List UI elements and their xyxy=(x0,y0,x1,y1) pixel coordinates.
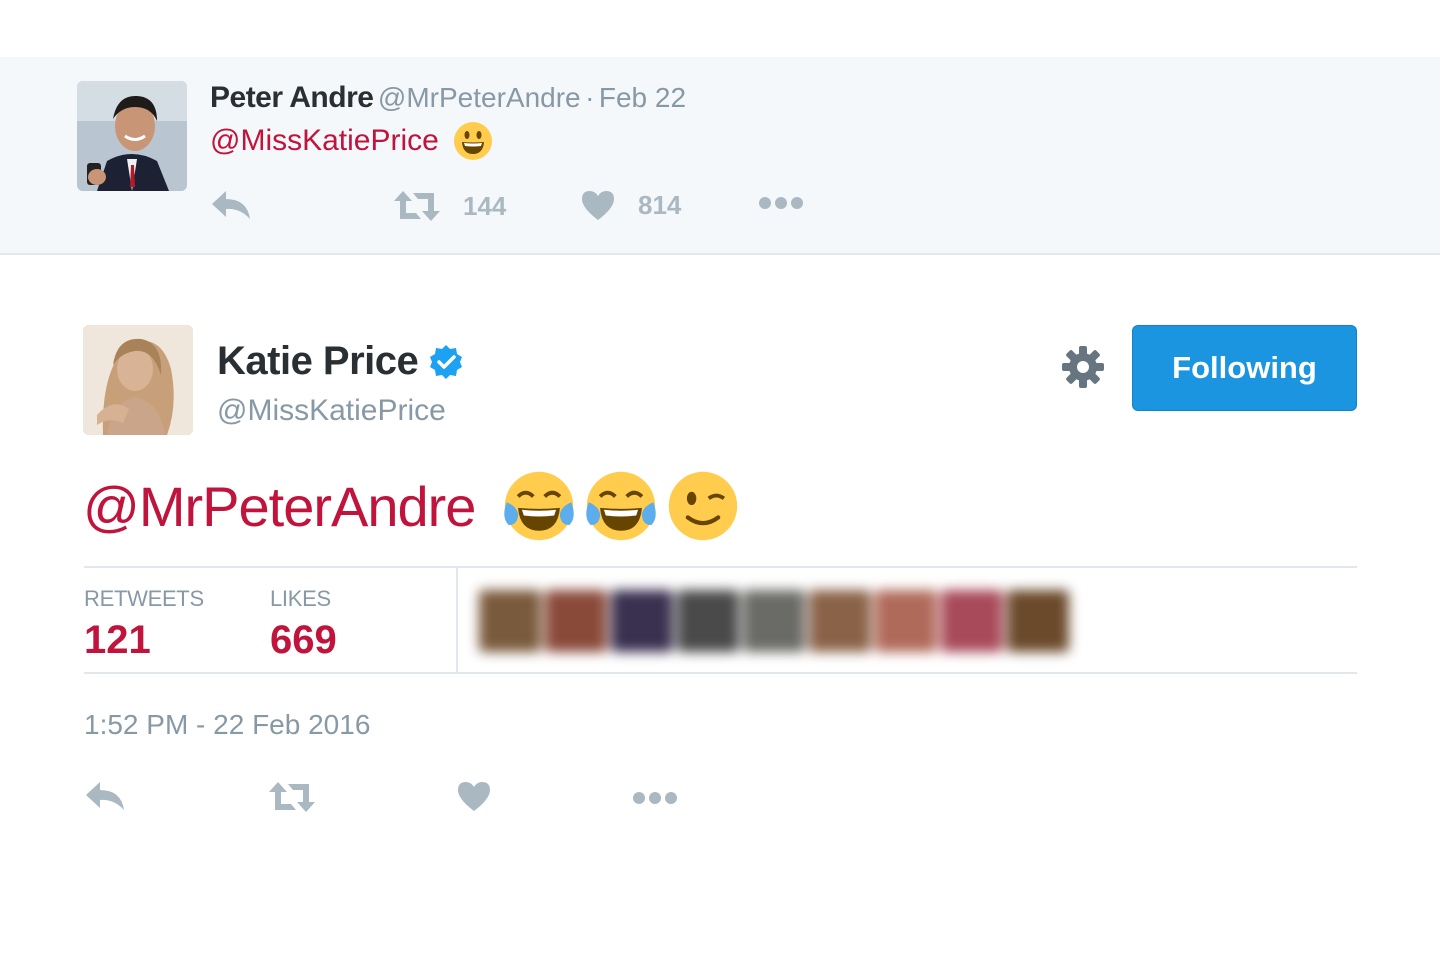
reply-icon xyxy=(212,191,250,219)
face-with-tears-of-joy-icon xyxy=(504,471,575,541)
likes-value: 669 xyxy=(270,618,337,662)
main-author-name-row: Katie Price xyxy=(217,339,464,384)
gear-icon xyxy=(1062,346,1104,388)
mention-link[interactable]: @MissKatiePrice xyxy=(210,124,439,158)
heart-icon xyxy=(582,191,614,220)
liker-avatar[interactable] xyxy=(611,590,673,652)
retweets-value: 121 xyxy=(84,618,151,662)
separator: · xyxy=(585,82,595,113)
parent-tweet-text: @MissKatiePrice xyxy=(210,121,493,161)
stats-divider xyxy=(456,568,458,674)
author-name[interactable]: Peter Andre xyxy=(210,81,374,114)
mention-link[interactable]: @MrPeterAndre xyxy=(83,474,476,539)
retweet-count: 144 xyxy=(463,190,507,221)
retweet-icon xyxy=(269,782,315,812)
author-handle[interactable]: @MrPeterAndre xyxy=(378,82,581,113)
parent-tweet-header: Peter Andre @MrPeterAndre · Feb 22 xyxy=(210,81,686,115)
retweets-label: RETWEETS xyxy=(84,586,204,611)
more-dots-icon xyxy=(633,792,677,804)
liker-avatar[interactable] xyxy=(941,590,1003,652)
face-with-tears-of-joy-icon xyxy=(586,471,657,541)
verified-badge-icon xyxy=(430,344,463,379)
likes-stat[interactable]: LIKES 669 xyxy=(270,586,337,663)
liker-avatar[interactable] xyxy=(875,590,937,652)
heart-icon xyxy=(458,782,490,811)
more-button[interactable] xyxy=(632,790,678,811)
liker-avatar[interactable] xyxy=(743,590,805,652)
parent-tweet[interactable]: Peter Andre @MrPeterAndre · Feb 22 @Miss… xyxy=(0,57,1440,255)
grinning-face-emoji-icon xyxy=(453,122,492,160)
tweet-stats: RETWEETS 121 LIKES 669 xyxy=(84,566,1357,674)
more-button[interactable] xyxy=(758,195,804,211)
liker-avatars xyxy=(479,590,1073,652)
liker-avatar[interactable] xyxy=(479,590,541,652)
following-button[interactable]: Following xyxy=(1132,325,1357,411)
liker-avatar[interactable] xyxy=(809,590,871,652)
emoji-group xyxy=(501,468,741,544)
like-button[interactable] xyxy=(456,780,492,817)
reply-button[interactable] xyxy=(84,780,126,817)
author-name[interactable]: Katie Price xyxy=(217,339,419,384)
tweet-timestamp[interactable]: 1:52 PM - 22 Feb 2016 xyxy=(84,709,370,741)
tweet-date[interactable]: Feb 22 xyxy=(599,82,686,113)
likes-label: LIKES xyxy=(270,586,331,611)
like-button[interactable]: 814 xyxy=(580,189,681,221)
author-handle[interactable]: @MissKatiePrice xyxy=(217,394,446,428)
parent-tweet-actions: 144 814 xyxy=(210,189,830,229)
avatar-katie-price[interactable] xyxy=(83,325,193,435)
reply-icon xyxy=(86,782,124,810)
retweet-icon xyxy=(394,191,440,221)
more-dots-icon xyxy=(759,197,803,209)
retweet-button[interactable] xyxy=(268,780,316,819)
main-tweet-text: @MrPeterAndre xyxy=(83,468,741,544)
winking-face-icon xyxy=(669,471,738,541)
main-tweet-actions xyxy=(84,780,704,820)
avatar-image xyxy=(83,325,193,435)
reply-button[interactable] xyxy=(210,189,252,221)
retweets-stat[interactable]: RETWEETS 121 xyxy=(84,586,204,663)
liker-avatar[interactable] xyxy=(677,590,739,652)
avatar-peter-andre[interactable] xyxy=(77,81,187,191)
liker-avatar[interactable] xyxy=(1007,590,1069,652)
user-actions-button[interactable] xyxy=(1060,344,1106,390)
avatar-image xyxy=(77,81,187,191)
like-count: 814 xyxy=(638,189,682,220)
liker-avatar[interactable] xyxy=(545,590,607,652)
retweet-button[interactable]: 144 xyxy=(393,189,506,223)
